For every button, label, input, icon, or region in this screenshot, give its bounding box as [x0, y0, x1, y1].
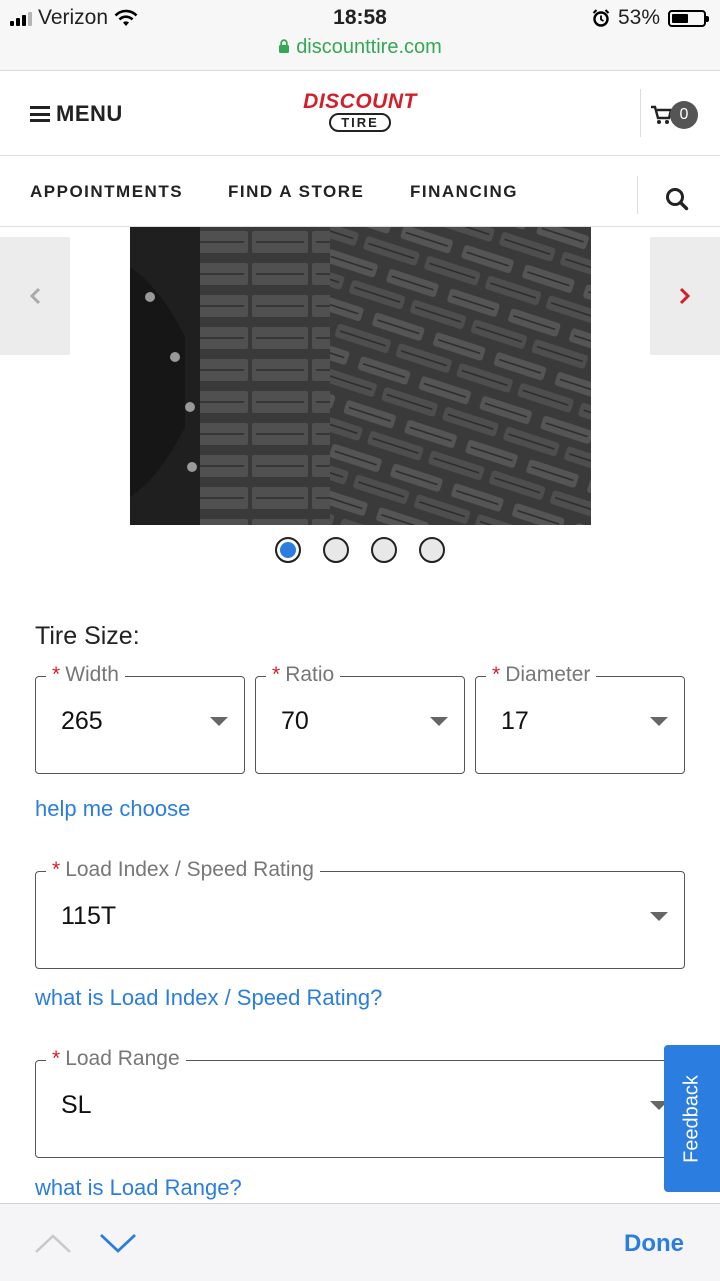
load-speed-info-link[interactable]: what is Load Index / Speed Rating? — [35, 985, 382, 1011]
carousel-dots — [0, 537, 720, 563]
url-text: discounttire.com — [296, 36, 442, 58]
width-value: 265 — [61, 707, 103, 735]
cart-button[interactable]: 0 — [650, 101, 698, 129]
logo-text-top: DISCOUNT — [303, 90, 417, 113]
carousel-dot-1[interactable] — [275, 537, 301, 563]
ratio-select[interactable]: * Ratio 70 — [255, 663, 465, 774]
width-select[interactable]: * Width 265 — [35, 663, 245, 774]
nav-financing[interactable]: FINANCING — [410, 182, 518, 202]
battery-icon — [668, 9, 709, 27]
load-range-label: * Load Range — [46, 1047, 186, 1071]
diameter-label: * Diameter — [486, 663, 597, 687]
site-header: MENU DISCOUNT TIRE 0 — [0, 71, 720, 156]
form-nav-toolbar: Done — [0, 1203, 720, 1281]
load-range-value: SL — [61, 1091, 92, 1119]
carousel-dot-2[interactable] — [323, 537, 349, 563]
cart-icon — [651, 105, 672, 124]
chevron-left-icon — [29, 287, 41, 305]
menu-button[interactable]: MENU — [30, 101, 123, 127]
url-bar[interactable]: discounttire.com — [0, 36, 720, 59]
diameter-select[interactable]: * Diameter 17 — [475, 663, 685, 774]
next-field-button[interactable] — [99, 1232, 137, 1254]
feedback-tab[interactable]: Feedback — [664, 1045, 720, 1192]
ratio-value: 70 — [281, 707, 309, 735]
carousel-dot-4[interactable] — [419, 537, 445, 563]
top-nav: APPOINTMENTS FIND A STORE FINANCING — [0, 156, 720, 227]
load-speed-label: * Load Index / Speed Rating — [46, 858, 320, 882]
help-me-choose-link[interactable]: help me choose — [35, 796, 190, 822]
lock-icon — [279, 39, 290, 53]
chevron-down-icon — [430, 717, 448, 726]
tire-tread-image — [130, 227, 591, 525]
chevron-down-icon — [210, 717, 228, 726]
battery-group: 53% — [592, 6, 709, 30]
status-bar: Verizon 18:58 53% discounttire.com — [0, 0, 720, 71]
diameter-value: 17 — [501, 707, 529, 735]
chevron-down-icon — [650, 912, 668, 921]
chevron-right-icon — [679, 287, 691, 305]
load-range-select[interactable]: * Load Range SL — [35, 1047, 685, 1158]
alarm-icon — [592, 9, 610, 27]
discount-tire-logo[interactable]: DISCOUNT TIRE — [298, 91, 422, 135]
nav-appointments[interactable]: APPOINTMENTS — [30, 182, 183, 202]
carousel-dot-3[interactable] — [371, 537, 397, 563]
search-icon — [666, 188, 689, 211]
menu-label: MENU — [56, 101, 123, 126]
header-divider — [640, 89, 641, 137]
done-button[interactable]: Done — [624, 1230, 684, 1258]
carousel-next-button[interactable] — [650, 237, 720, 355]
hamburger-icon — [30, 106, 50, 122]
width-label: * Width — [46, 663, 125, 687]
load-speed-value: 115T — [61, 902, 117, 930]
nav-find-a-store[interactable]: FIND A STORE — [228, 182, 364, 202]
carousel-prev-button[interactable] — [0, 237, 70, 355]
ratio-label: * Ratio — [266, 663, 341, 687]
logo-text-bottom: TIRE — [329, 113, 391, 132]
search-button[interactable] — [664, 186, 690, 217]
load-speed-select[interactable]: * Load Index / Speed Rating 115T — [35, 858, 685, 969]
product-image-carousel — [0, 227, 720, 577]
battery-percent: 53% — [617, 6, 660, 29]
tire-size-heading: Tire Size: — [35, 622, 140, 650]
load-range-info-link[interactable]: what is Load Range? — [35, 1175, 242, 1201]
chevron-down-icon — [650, 717, 668, 726]
battery-fill — [672, 13, 688, 23]
tire-tread-graphic — [130, 227, 591, 525]
feedback-label: Feedback — [680, 1074, 703, 1163]
previous-field-button[interactable] — [34, 1232, 72, 1254]
cart-count-badge: 0 — [670, 101, 698, 129]
nav-divider — [637, 176, 638, 214]
